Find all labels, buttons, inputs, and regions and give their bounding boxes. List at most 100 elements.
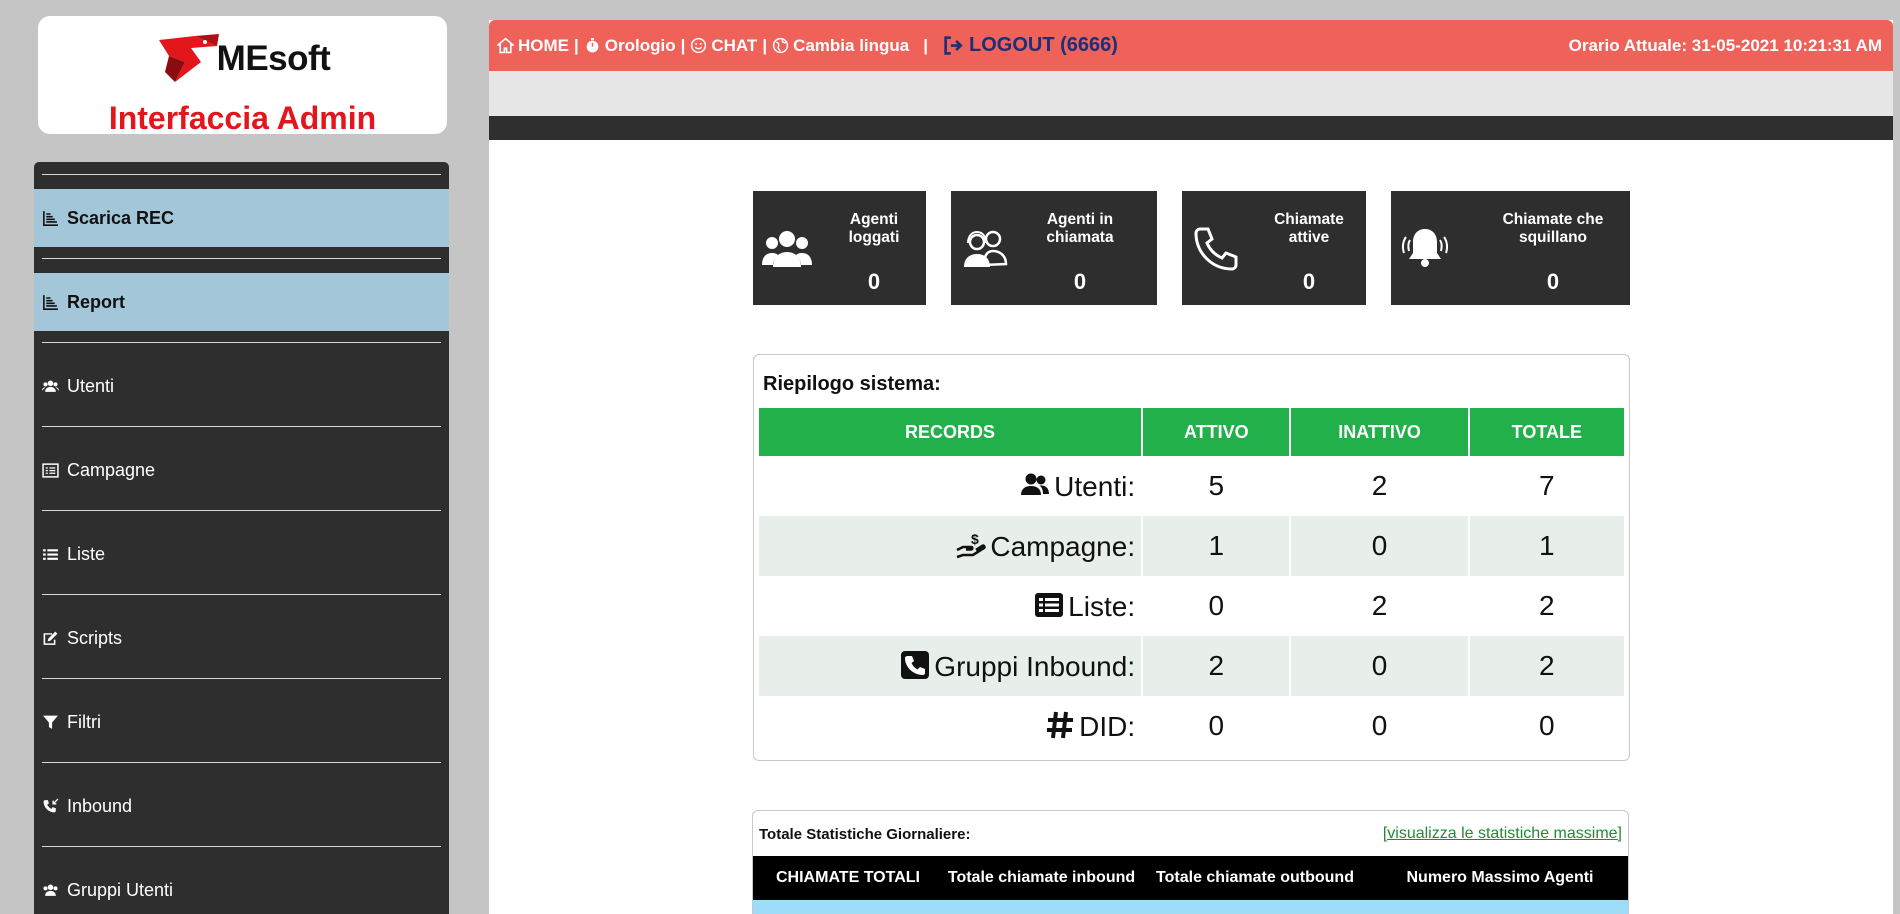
- sidebar-item-report[interactable]: Report: [34, 273, 449, 331]
- sidebar-separator: [42, 174, 441, 175]
- filter-icon: [43, 715, 58, 729]
- dark-toolbar: [489, 116, 1893, 140]
- daily-stats-panel: Totale Statistiche Giornaliere: [visuali…: [752, 810, 1629, 914]
- sidebar-item-scarica-rec[interactable]: Scarica REC: [34, 189, 449, 247]
- cell-attivo: 2: [1143, 636, 1290, 696]
- sidebar-separator: [42, 762, 441, 763]
- cell-totale: 2: [1539, 590, 1555, 621]
- stat-value: 0: [867, 269, 881, 294]
- table-row: Utenti: 5 2 7: [759, 456, 1624, 516]
- cell-max-agenti: 1: [1370, 900, 1628, 914]
- cell-attivo: 5: [1208, 470, 1225, 501]
- globe-icon: [772, 37, 789, 54]
- nav-orologio-link[interactable]: Orologio: [605, 36, 676, 56]
- cell-chiamate-totali: 0: [753, 900, 943, 914]
- cell-attivo: 0: [1208, 710, 1225, 741]
- row-label: Liste:: [759, 576, 1141, 636]
- cell-totale: 0: [1539, 710, 1555, 741]
- app-subtitle: Interfaccia Admin: [108, 100, 377, 136]
- cell-inattivo: 0: [1291, 636, 1468, 696]
- nav-separator: |: [574, 35, 579, 55]
- stat-value: 0: [1546, 269, 1560, 294]
- sidebar-item-campagne[interactable]: Campagne: [34, 441, 449, 499]
- sidebar-separator: [42, 426, 441, 427]
- table-row: Gruppi Inbound: 2 0 2: [759, 636, 1624, 696]
- stat-label: Chiamate attive: [1274, 211, 1344, 246]
- list-icon: [43, 548, 58, 560]
- row-label: DID:: [759, 696, 1141, 756]
- view-max-stats-link[interactable]: [visualizza le statistiche massime]: [1383, 825, 1622, 843]
- nav-chat-link[interactable]: CHAT: [711, 36, 757, 56]
- row-label: Gruppi Inbound:: [759, 636, 1142, 696]
- bar-chart-icon: [43, 294, 58, 310]
- cell-totale: 2: [1469, 636, 1624, 696]
- system-summary-panel: Riepilogo sistema: RECORDS ATTIVO INATTI…: [753, 354, 1630, 761]
- hashtag-icon: [1047, 711, 1074, 738]
- logout-button[interactable]: LOGOUT (6666): [943, 34, 1118, 57]
- table-row: DID: 0 0 0: [759, 696, 1624, 756]
- table-row: $ Campagne: 1 0 1: [759, 516, 1624, 576]
- sidebar-item-label: Liste: [67, 543, 106, 564]
- table-row: 0 0 0 1: [753, 900, 1628, 914]
- stat-label: Chiamate che squillano: [1502, 211, 1604, 246]
- main-panel: HOME | Orologio | CHAT | Cambia lingua |…: [489, 20, 1893, 914]
- sidebar-item-liste[interactable]: Liste: [34, 525, 449, 583]
- edit-icon: [43, 631, 58, 645]
- sidebar-separator: [42, 510, 441, 511]
- stat-label: Agenti in chiamata: [1046, 211, 1114, 246]
- logo-text: MEsoft: [216, 39, 331, 78]
- daily-stats-title: Totale Statistiche Giornaliere:: [759, 826, 971, 843]
- cell-totale: 7: [1539, 470, 1555, 501]
- sidebar-item-inbound[interactable]: Inbound: [34, 777, 449, 835]
- stopwatch-icon: [586, 38, 599, 53]
- bar-chart-icon: [43, 210, 58, 226]
- list-alt-icon: [42, 462, 59, 478]
- stat-agenti-loggati: Agenti loggati 0: [753, 191, 926, 305]
- cell-totale: 1: [1469, 516, 1624, 576]
- logout-label: LOGOUT (6666): [969, 34, 1118, 56]
- header-max-agenti: Numero Massimo Agenti: [1370, 856, 1628, 900]
- headset-users-icon: [964, 230, 1008, 267]
- nav-home-link[interactable]: HOME: [518, 36, 569, 56]
- brand-logo: MEsoft: [38, 32, 447, 90]
- users-icon: [1021, 473, 1050, 495]
- cell-attivo: 0: [1208, 590, 1225, 621]
- sidebar-separator: [42, 846, 441, 847]
- sidebar-item-label: Utenti: [67, 375, 115, 396]
- bell-ringing-icon: [1401, 229, 1449, 267]
- nav-separator: |: [762, 35, 768, 55]
- sidebar-item-label: Report: [67, 291, 125, 312]
- sidebar-separator: [42, 678, 441, 679]
- svg-text:$: $: [971, 531, 979, 547]
- table-row: Liste: 0 2 2: [759, 576, 1624, 636]
- row-label: Utenti:: [759, 456, 1141, 516]
- stat-value: 0: [1302, 269, 1316, 294]
- phone-icon: [1194, 227, 1238, 271]
- stat-agenti-in-chiamata: Agenti in chiamata 0: [951, 191, 1157, 305]
- cell-inattivo: 0: [1291, 516, 1468, 576]
- sidebar-item-gruppi-utenti[interactable]: Gruppi Utenti: [34, 861, 449, 914]
- sidebar-separator: [42, 594, 441, 595]
- cell-inattivo: 2: [1371, 590, 1388, 621]
- header-inbound: Totale chiamate inbound: [943, 856, 1140, 900]
- row-label: $ Campagne:: [759, 516, 1142, 576]
- sidebar-item-label: Scarica REC: [67, 207, 175, 228]
- nav-separator: |: [923, 35, 929, 55]
- current-time: Orario Attuale: 31-05-2021 10:21:31 AM: [1568, 35, 1882, 55]
- sidebar-item-filtri[interactable]: Filtri: [34, 693, 449, 751]
- nav-lingua-link[interactable]: Cambia lingua: [793, 36, 909, 56]
- sidebar: Scarica REC Report Utenti Campagne Liste…: [34, 162, 449, 914]
- header-outbound: Totale chiamate outbound: [1140, 856, 1370, 900]
- header-chiamate-totali: CHIAMATE TOTALI: [753, 856, 943, 900]
- smile-icon: [691, 37, 707, 54]
- sidebar-item-utenti[interactable]: Utenti: [34, 357, 449, 415]
- sidebar-item-label: Scripts: [67, 627, 123, 648]
- daily-header-row: CHIAMATE TOTALI Totale chiamate inbound …: [753, 856, 1628, 900]
- summary-header-row: RECORDS ATTIVO INATTIVO TOTALE: [759, 408, 1624, 456]
- stat-chiamate-attive: Chiamate attive 0: [1182, 191, 1366, 305]
- stat-chiamate-che-squillano: Chiamate che squillano 0: [1391, 191, 1630, 305]
- sidebar-item-label: Campagne: [67, 459, 156, 480]
- cell-outbound: 0: [1140, 900, 1370, 914]
- daily-stats-table: CHIAMATE TOTALI Totale chiamate inbound …: [753, 856, 1628, 914]
- sidebar-item-scripts[interactable]: Scripts: [34, 609, 449, 667]
